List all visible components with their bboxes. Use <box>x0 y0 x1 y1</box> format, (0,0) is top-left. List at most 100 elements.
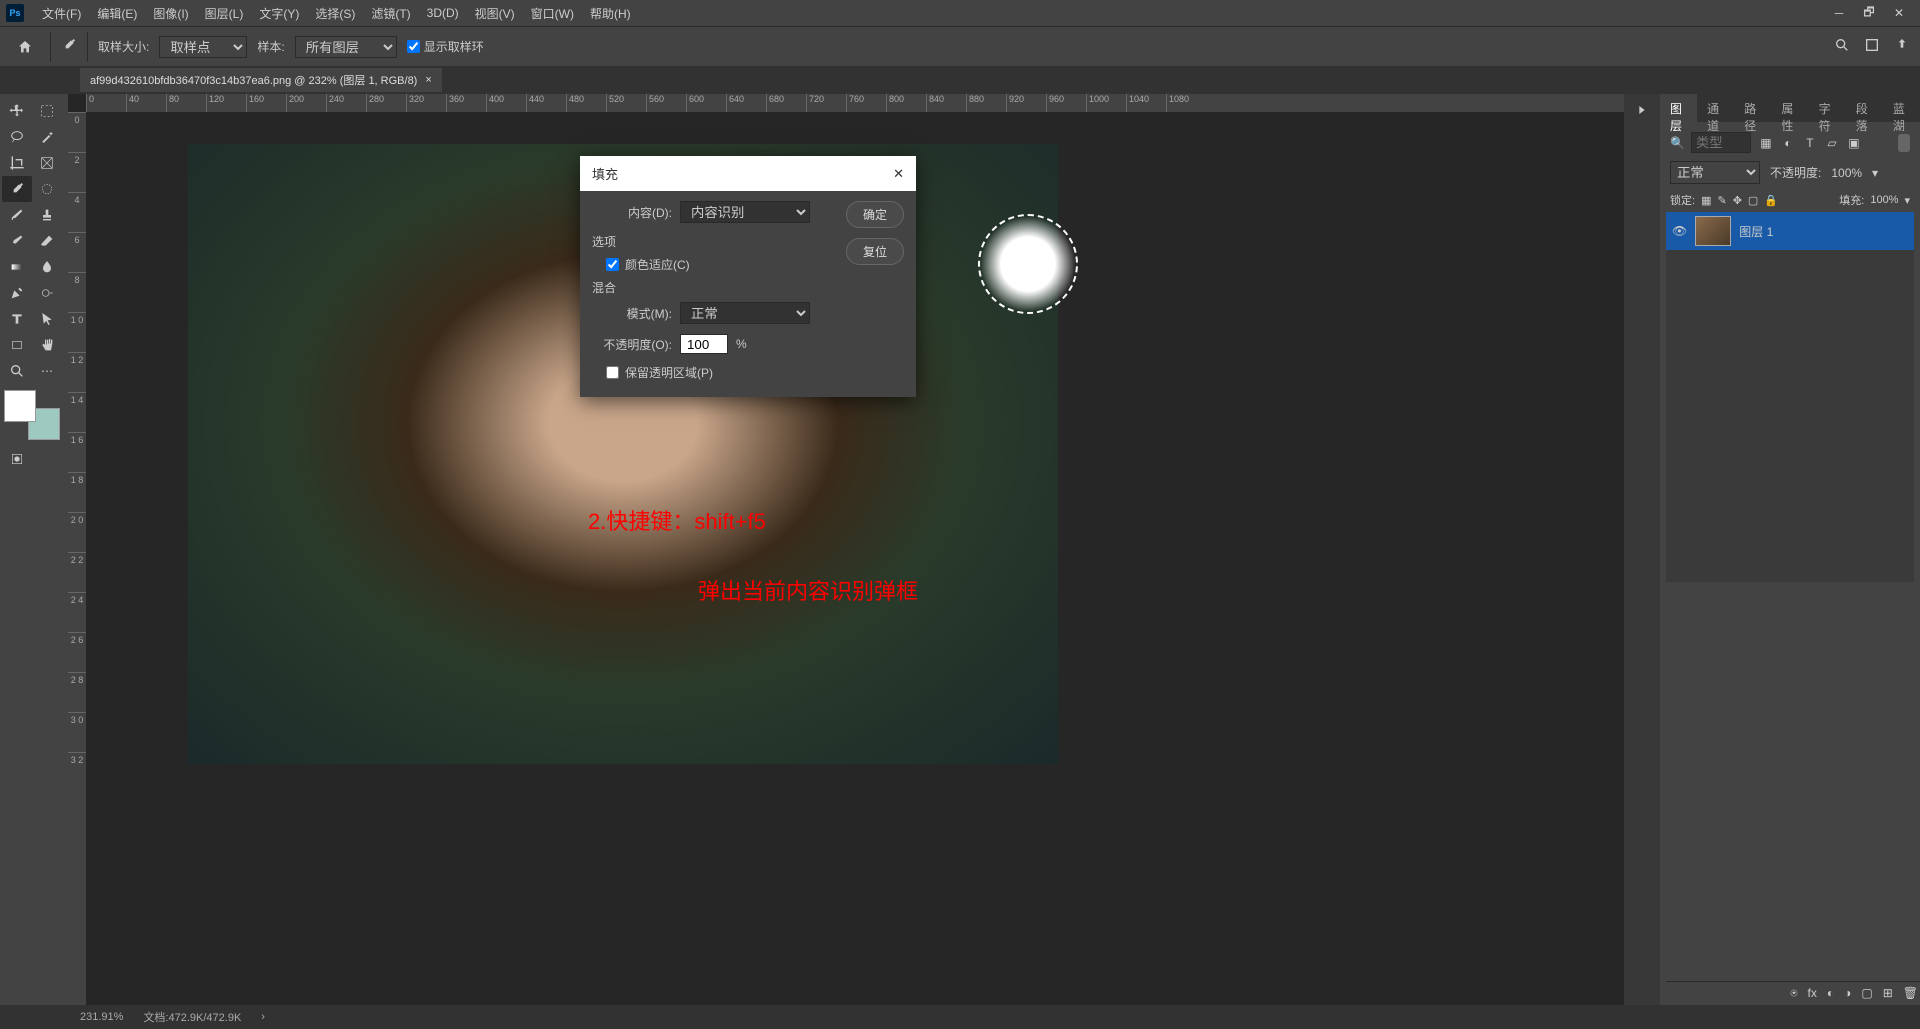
filter-smart-icon[interactable]: ▣ <box>1845 134 1863 152</box>
opacity-chevron-icon[interactable]: ▾ <box>1872 166 1878 180</box>
zoom-tool[interactable] <box>2 358 32 384</box>
history-brush-tool[interactable] <box>2 228 32 254</box>
fill-value[interactable]: 100% <box>1870 194 1898 206</box>
lock-trans-icon[interactable]: ▦ <box>1701 194 1711 207</box>
rect-tool[interactable] <box>2 332 32 358</box>
color-swatches[interactable] <box>4 390 64 440</box>
blend-mode-select[interactable]: 正常 <box>1670 161 1760 184</box>
layer-filter-input[interactable] <box>1691 132 1751 153</box>
trash-icon[interactable]: 🗑 <box>1903 986 1918 1001</box>
mode-select[interactable]: 正常 <box>680 302 810 324</box>
marquee-tool[interactable] <box>32 98 62 124</box>
horizontal-ruler: 0408012016020024028032036040044048052056… <box>86 94 1624 112</box>
layer-thumb[interactable] <box>1695 216 1731 246</box>
heal-tool[interactable] <box>32 176 62 202</box>
filter-search-icon: 🔍 <box>1670 136 1685 150</box>
opacity-input[interactable] <box>680 334 728 354</box>
filter-type-icon[interactable]: T <box>1801 134 1819 152</box>
path-tool[interactable] <box>32 306 62 332</box>
foreground-color[interactable] <box>4 390 36 422</box>
adjust-icon[interactable]: ◑ <box>1844 986 1851 1001</box>
menu-file[interactable]: 文件(F) <box>34 1 89 26</box>
sample-select[interactable]: 所有图层 <box>295 36 397 58</box>
frame-tool[interactable] <box>32 150 62 176</box>
lock-pos-icon[interactable]: ✥ <box>1733 194 1742 207</box>
search-icon[interactable] <box>1834 37 1850 56</box>
status-chevron-icon[interactable]: › <box>261 1011 265 1023</box>
gradient-tool[interactable] <box>2 254 32 280</box>
reset-button[interactable]: 复位 <box>846 238 904 265</box>
sample-size-select[interactable]: 取样点 <box>159 36 247 58</box>
fx-icon[interactable]: fx <box>1808 986 1817 1001</box>
filter-pixel-icon[interactable]: ▦ <box>1757 134 1775 152</box>
content-select[interactable]: 内容识别 <box>680 201 810 223</box>
ok-button[interactable]: 确定 <box>846 201 904 228</box>
opacity-value[interactable]: 100% <box>1831 166 1862 180</box>
type-tool[interactable] <box>2 306 32 332</box>
filter-adjust-icon[interactable]: ◐ <box>1779 134 1797 152</box>
menu-select[interactable]: 选择(S) <box>307 1 363 26</box>
window-minimize[interactable]: ─ <box>1824 0 1854 26</box>
tab-character[interactable]: 字符 <box>1809 94 1846 122</box>
menu-image[interactable]: 图像(I) <box>145 1 196 26</box>
workspace-icon[interactable] <box>1864 37 1880 56</box>
tab-channels[interactable]: 通道 <box>1697 94 1734 122</box>
blur-tool[interactable] <box>32 254 62 280</box>
opacity-label-dlg: 不透明度(O): <box>592 336 672 353</box>
window-maximize[interactable]: 🗗 <box>1854 0 1884 26</box>
show-ring-input[interactable] <box>407 40 420 53</box>
move-tool[interactable] <box>2 98 32 124</box>
show-ring-checkbox[interactable]: 显示取样环 <box>407 38 484 55</box>
lock-paint-icon[interactable]: ✎ <box>1717 194 1726 207</box>
more-tools[interactable]: ⋯ <box>32 358 62 384</box>
menu-3d[interactable]: 3D(D) <box>419 2 467 24</box>
tab-close-icon[interactable]: × <box>425 74 431 86</box>
tab-layers[interactable]: 图层 <box>1660 94 1697 122</box>
brush-tool[interactable] <box>2 202 32 228</box>
lock-all-icon[interactable]: 🔒 <box>1764 194 1778 207</box>
new-layer-icon[interactable]: ⊞ <box>1883 986 1893 1001</box>
home-icon[interactable] <box>10 32 40 62</box>
menu-edit[interactable]: 编辑(E) <box>89 1 145 26</box>
dialog-close-icon[interactable]: ✕ <box>893 166 904 182</box>
fill-chevron-icon[interactable]: ▾ <box>1904 194 1910 207</box>
quickmask-tool[interactable] <box>2 446 32 472</box>
crop-tool[interactable] <box>2 150 32 176</box>
wand-tool[interactable] <box>32 124 62 150</box>
lock-artboard-icon[interactable]: ▢ <box>1748 194 1758 207</box>
eraser-tool[interactable] <box>32 228 62 254</box>
menu-filter[interactable]: 滤镜(T) <box>363 1 418 26</box>
panel-toggle-icon[interactable] <box>1634 102 1650 121</box>
menu-window[interactable]: 窗口(W) <box>523 1 582 26</box>
dialog-titlebar[interactable]: 填充 ✕ <box>580 156 916 191</box>
zoom-level[interactable]: 231.91% <box>80 1011 123 1023</box>
tab-lanhu[interactable]: 蓝湖 <box>1883 94 1920 122</box>
document-tab[interactable]: af99d432610bfdb36470f3c14b37ea6.png @ 23… <box>80 68 442 92</box>
layer-row[interactable]: 👁 图层 1 <box>1666 212 1914 250</box>
mask-icon[interactable]: ◐ <box>1827 986 1834 1001</box>
preserve-trans-checkbox[interactable] <box>606 366 619 379</box>
lock-label: 锁定: <box>1670 192 1695 208</box>
menu-help[interactable]: 帮助(H) <box>582 1 639 26</box>
tab-paragraph[interactable]: 段落 <box>1846 94 1883 122</box>
link-icon[interactable]: ⍟ <box>1790 986 1797 1001</box>
layer-name[interactable]: 图层 1 <box>1739 223 1773 240</box>
visibility-icon[interactable]: 👁 <box>1672 224 1687 238</box>
filter-toggle[interactable] <box>1898 134 1910 152</box>
tab-paths[interactable]: 路径 <box>1734 94 1771 122</box>
stamp-tool[interactable] <box>32 202 62 228</box>
lasso-tool[interactable] <box>2 124 32 150</box>
tab-properties[interactable]: 属性 <box>1771 94 1808 122</box>
color-adapt-checkbox[interactable] <box>606 258 619 271</box>
pen-tool[interactable] <box>2 280 32 306</box>
filter-shape-icon[interactable]: ▱ <box>1823 134 1841 152</box>
menu-view[interactable]: 视图(V) <box>467 1 523 26</box>
dodge-tool[interactable] <box>32 280 62 306</box>
hand-tool[interactable] <box>32 332 62 358</box>
eyedrop-tool[interactable] <box>2 176 32 202</box>
menu-layer[interactable]: 图层(L) <box>197 1 252 26</box>
group-icon[interactable]: ▢ <box>1861 986 1872 1001</box>
menu-type[interactable]: 文字(Y) <box>251 1 307 26</box>
share-icon[interactable] <box>1894 37 1910 56</box>
window-close[interactable]: ✕ <box>1884 0 1914 26</box>
